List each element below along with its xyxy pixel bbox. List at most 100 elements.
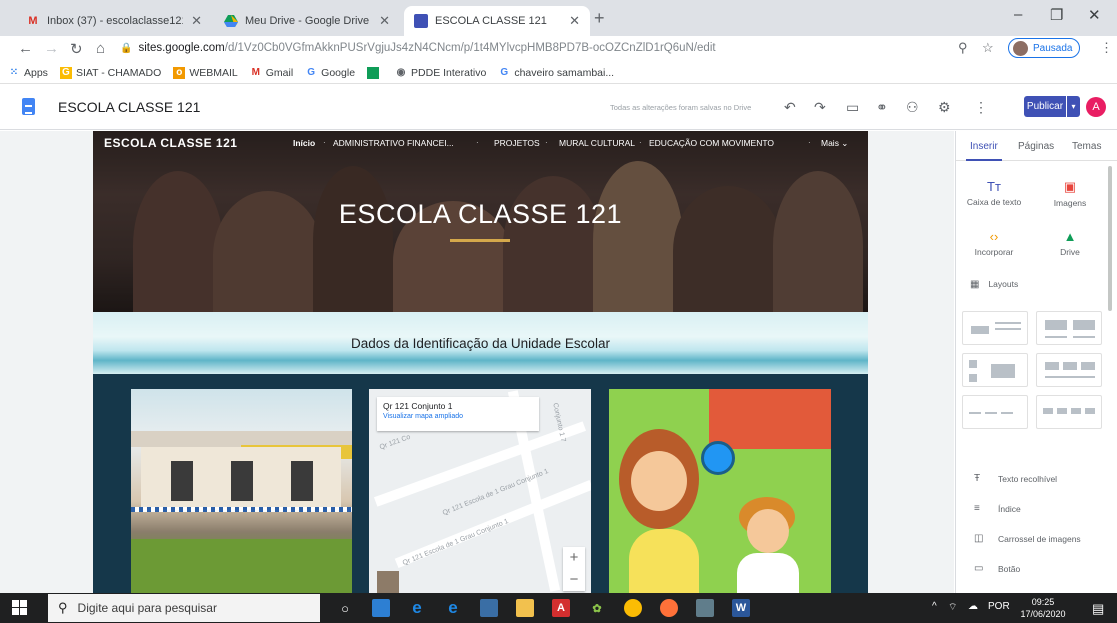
layout-option[interactable] <box>1036 353 1102 387</box>
layout-option[interactable] <box>1036 311 1102 345</box>
insert-text-box[interactable]: Tт Caixa de texto <box>959 179 1029 207</box>
bookmark-gmail[interactable]: M Gmail <box>250 67 294 79</box>
map-view-larger-link[interactable]: Visualizar mapa ampliado <box>383 413 533 420</box>
tab-gmail[interactable]: M Inbox (37) - escolaclasse121samc ✕ <box>16 6 212 36</box>
teacher-illustration[interactable] <box>609 389 831 593</box>
nav-item-projetos[interactable]: PROJETOS <box>494 138 540 148</box>
network-icon[interactable]: ⌔ <box>948 601 957 614</box>
app-icon[interactable]: ✿ <box>588 599 606 617</box>
word-icon[interactable]: W <box>732 599 750 617</box>
map-embed[interactable]: Qr 121 Conjunto 1 Visualizar mapa amplia… <box>369 389 591 593</box>
hero-banner[interactable]: ESCOLA CLASSE 121 Início · ADMINISTRATIV… <box>93 131 868 312</box>
clock[interactable]: 09:25 17/06/2020 <box>1015 596 1071 620</box>
notifications-icon[interactable]: ▤ <box>1092 601 1104 617</box>
store-icon[interactable] <box>480 599 498 617</box>
url-path: /d/1Vz0Cb0VGfmAkknPUSrVgjuJs4zN4CNcm/p/1… <box>224 42 716 54</box>
layout-option[interactable] <box>1036 395 1102 429</box>
tab-paginas[interactable]: Páginas <box>1018 141 1054 152</box>
settings-icon[interactable]: ⚙ <box>938 99 951 116</box>
carousel-icon: ◫ <box>974 533 984 544</box>
onedrive-icon[interactable]: ☁ <box>968 601 978 612</box>
insert-drive[interactable]: ▲ Drive <box>1035 229 1105 257</box>
bookmark-chaveiro[interactable]: G chaveiro samambai... <box>498 67 614 79</box>
close-icon[interactable]: ✕ <box>191 13 202 29</box>
map-zoom-control[interactable]: + − <box>563 547 585 591</box>
close-icon[interactable]: ✕ <box>569 13 580 29</box>
menu-dots-icon[interactable]: ⋮ <box>1100 40 1113 56</box>
bookmark-webmail[interactable]: o WEBMAIL <box>173 66 238 79</box>
restore-icon[interactable]: ❐ <box>1050 6 1063 24</box>
insert-images[interactable]: ▣ Imagens <box>1035 179 1105 208</box>
insert-embed[interactable]: ‹› Incorporar <box>959 229 1029 257</box>
url-field[interactable]: 🔒 sites.google.com /d/1Vz0Cb0VGfmAkknPUS… <box>120 37 980 59</box>
insert-table-of-contents[interactable]: ≡ Índice <box>974 503 1021 514</box>
undo-icon[interactable]: ↶ <box>784 99 796 116</box>
edge-icon[interactable]: e <box>408 598 426 617</box>
app-icon[interactable] <box>696 599 714 617</box>
clock-date: 17/06/2020 <box>1020 609 1066 619</box>
new-tab-button[interactable]: + <box>594 8 605 29</box>
cortana-icon[interactable]: ○ <box>336 599 354 617</box>
publish-dropdown-icon[interactable]: ▾ <box>1067 96 1080 117</box>
zoom-icon[interactable]: ⚲ <box>958 40 968 56</box>
close-icon[interactable]: ✕ <box>379 13 390 29</box>
redo-icon[interactable]: ↷ <box>814 99 826 116</box>
collapsible-text-icon: Ŧ <box>974 473 981 484</box>
firefox-icon[interactable] <box>660 599 678 617</box>
map-place-name: Qr 121 Conjunto 1 <box>383 401 453 411</box>
share-icon[interactable]: ⚇ <box>906 99 919 116</box>
acrobat-icon[interactable]: A <box>552 599 570 617</box>
task-view-icon[interactable] <box>372 599 390 617</box>
nav-item-inicio[interactable]: Início <box>293 138 315 148</box>
layouts-header[interactable]: ▦ Layouts <box>970 279 1018 290</box>
site-page: ESCOLA CLASSE 121 Início · ADMINISTRATIV… <box>93 131 868 593</box>
taskbar-search[interactable]: ⚲ Digite aqui para pesquisar <box>48 594 320 622</box>
back-icon[interactable]: ← <box>18 40 33 57</box>
reload-icon[interactable]: ↻ <box>70 40 83 58</box>
bookmark-sheet[interactable] <box>367 66 383 79</box>
street-view-thumbnail[interactable] <box>377 571 399 593</box>
tab-temas[interactable]: Temas <box>1072 141 1101 152</box>
nav-item-educacao[interactable]: EDUCAÇÃO COM MOVIMENTO <box>649 138 774 148</box>
link-icon[interactable]: ⚭ <box>876 99 888 116</box>
publish-button[interactable]: Publicar <box>1024 96 1066 117</box>
nav-brand[interactable]: ESCOLA CLASSE 121 <box>104 136 237 150</box>
nav-item-administrativo[interactable]: ADMINISTRATIVO FINANCEI... <box>333 138 454 148</box>
nav-item-mais[interactable]: Mais ⌄ <box>821 138 848 149</box>
forward-icon[interactable]: → <box>44 40 59 57</box>
bookmark-google[interactable]: G Google <box>305 67 355 79</box>
layout-option[interactable] <box>962 395 1028 429</box>
panel-scrollbar[interactable] <box>1108 166 1112 311</box>
insert-image-carousel[interactable]: ◫ Carrossel de imagens <box>974 533 1081 544</box>
school-photo[interactable] <box>131 389 352 593</box>
file-explorer-icon[interactable] <box>516 599 534 617</box>
bookmark-pdde[interactable]: ◉ PDDE Interativo <box>395 67 487 79</box>
bookmark-siat[interactable]: G SIAT - CHAMADO <box>59 66 161 79</box>
tab-sites[interactable]: ESCOLA CLASSE 121 ✕ <box>404 6 590 36</box>
layout-option[interactable] <box>962 311 1028 345</box>
layout-option[interactable] <box>962 353 1028 387</box>
home-icon[interactable]: ⌂ <box>96 40 105 57</box>
tab-drive[interactable]: Meu Drive - Google Drive ✕ <box>214 6 400 36</box>
section-title[interactable]: Dados da Identificação da Unidade Escola… <box>93 336 868 351</box>
window-close-icon[interactable]: ✕ <box>1088 6 1101 24</box>
account-avatar[interactable]: A <box>1086 97 1106 117</box>
insert-collapsible-text[interactable]: Ŧ Texto recolhível <box>974 473 1057 484</box>
nav-item-mural-cultural[interactable]: MURAL CULTURAL <box>559 138 635 148</box>
bookmark-label: chaveiro samambai... <box>514 66 615 79</box>
language-indicator[interactable]: POR <box>988 601 1010 612</box>
bookmark-star-icon[interactable]: ☆ <box>982 40 994 56</box>
profile-button[interactable]: Pausada <box>1008 38 1080 58</box>
bookmark-apps[interactable]: ⁙ Apps <box>8 67 48 79</box>
more-icon[interactable]: ⋮ <box>974 99 988 116</box>
ie-icon[interactable]: e <box>444 598 462 617</box>
chrome-icon[interactable] <box>624 599 642 617</box>
windows-start-icon[interactable] <box>12 600 28 616</box>
insert-button[interactable]: ▭ Botão <box>974 563 1020 574</box>
preview-icon[interactable]: ▭ <box>846 99 859 116</box>
site-title[interactable]: ESCOLA CLASSE 121 <box>58 99 200 115</box>
tray-up-icon[interactable]: ^ <box>932 601 937 612</box>
tab-inserir[interactable]: Inserir <box>970 141 998 152</box>
minimize-icon[interactable]: – <box>1014 6 1022 23</box>
bookmark-label: Apps <box>24 66 48 79</box>
